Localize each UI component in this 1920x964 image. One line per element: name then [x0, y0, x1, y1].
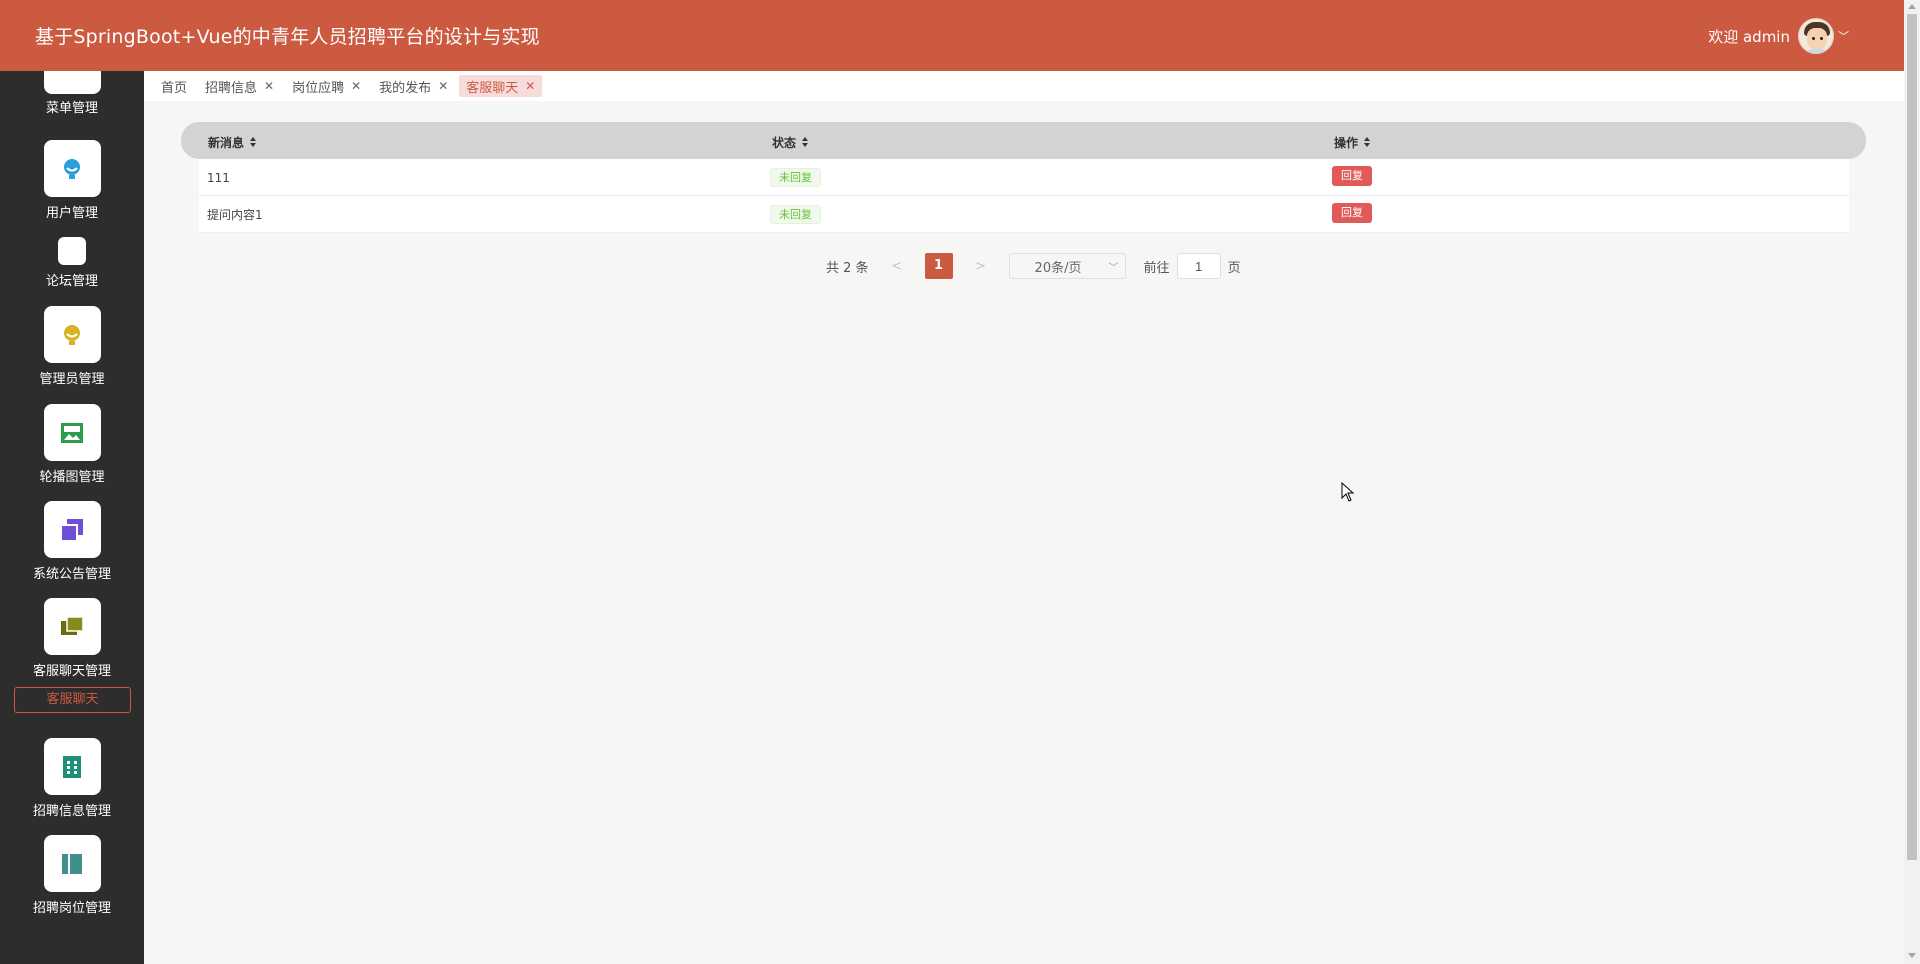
notice-icon: [43, 501, 101, 558]
sidebar-item-forum[interactable]: 论坛管理: [0, 237, 144, 289]
sort-icon[interactable]: [802, 137, 809, 148]
pagination: 共 2 条 < 1 > 20条/页 ﹀ 前往 页: [826, 252, 1241, 280]
chat-icon: [43, 598, 101, 655]
tab-my-posts[interactable]: 我的发布 ✕: [372, 75, 455, 97]
avatar[interactable]: [1798, 18, 1834, 54]
position-icon: [43, 835, 101, 892]
sidebar-item-carousel[interactable]: 轮播图管理: [0, 404, 144, 485]
sidebar-item-label: 招聘信息管理: [32, 804, 111, 819]
column-header-message[interactable]: 新消息: [208, 134, 257, 151]
user-menu[interactable]: 欢迎 admin ﹀: [1708, 18, 1849, 54]
top-header: 基于SpringBoot+Vue的中青年人员招聘平台的设计与实现 欢迎 admi…: [0, 0, 1904, 71]
sidebar-item-menu[interactable]: 菜单管理: [0, 71, 144, 116]
reply-button[interactable]: 回复: [1332, 165, 1372, 186]
column-header-status[interactable]: 状态: [772, 134, 809, 151]
scrollbar-thumb[interactable]: [1907, 14, 1917, 860]
recruit-icon: [43, 738, 101, 795]
sidebar-item-users[interactable]: 用户管理: [0, 140, 144, 221]
sort-icon[interactable]: [250, 137, 257, 148]
close-icon[interactable]: ✕: [351, 79, 361, 93]
sidebar-item-label: 菜单管理: [45, 101, 98, 116]
sidebar-item-label: 客服聊天管理: [32, 664, 111, 679]
scroll-up-icon[interactable]: [1908, 4, 1916, 9]
tab-chat[interactable]: 客服聊天 ✕: [459, 75, 543, 97]
sidebar-item-label: 招聘岗位管理: [32, 901, 111, 916]
tab-label: 我的发布: [379, 80, 432, 96]
message-cell: 111: [207, 170, 230, 185]
welcome-text: 欢迎 admin: [1708, 27, 1790, 46]
sidebar-item-label: 系统公告管理: [32, 567, 111, 582]
tab-bar: 首页 招聘信息 ✕ 岗位应聘 ✕ 我的发布 ✕ 客服聊天 ✕: [144, 71, 1904, 101]
status-badge: 未回复: [770, 205, 821, 224]
status-badge: 未回复: [770, 168, 821, 187]
scroll-down-icon[interactable]: [1908, 953, 1916, 958]
sidebar-subitem-chat[interactable]: 客服聊天: [14, 687, 131, 713]
sidebar-item-label: 用户管理: [45, 206, 98, 221]
table-row: 111 未回复 回复: [199, 159, 1849, 196]
sidebar-item-admins[interactable]: 管理员管理: [0, 306, 144, 387]
tab-label: 招聘信息: [205, 80, 258, 96]
goto-label: 前往: [1143, 260, 1170, 276]
sidebar: 菜单管理 用户管理 论坛管理 管理员管理 轮播图管理 系统公告管理 客服聊天管理…: [0, 71, 144, 964]
admin-icon: [43, 306, 101, 363]
page-suffix: 页: [1227, 260, 1241, 276]
message-cell: 提问内容1: [207, 208, 263, 222]
sidebar-item-notice[interactable]: 系统公告管理: [0, 501, 144, 582]
sort-icon[interactable]: [1364, 137, 1371, 148]
sidebar-item-label: 轮播图管理: [39, 470, 105, 485]
sidebar-item-chat-manage[interactable]: 客服聊天管理: [0, 598, 144, 679]
app-title: 基于SpringBoot+Vue的中青年人员招聘平台的设计与实现: [35, 26, 540, 48]
tab-home[interactable]: 首页: [154, 75, 194, 97]
column-header-action[interactable]: 操作: [1334, 134, 1371, 151]
chevron-down-icon[interactable]: ﹀: [1838, 28, 1849, 44]
tab-recruit-info[interactable]: 招聘信息 ✕: [198, 75, 281, 97]
tab-apply[interactable]: 岗位应聘 ✕: [285, 75, 368, 97]
prev-page-button[interactable]: <: [887, 259, 907, 274]
sidebar-item-position[interactable]: 招聘岗位管理: [0, 835, 144, 916]
table-row: 提问内容1 未回复 回复: [199, 196, 1849, 233]
sidebar-item-recruit[interactable]: 招聘信息管理: [0, 738, 144, 819]
tab-label: 客服聊天: [466, 80, 519, 96]
close-icon[interactable]: ✕: [264, 79, 274, 93]
close-icon[interactable]: ✕: [525, 79, 535, 93]
table-body: 111 未回复 回复 提问内容1 未回复 回复: [199, 159, 1849, 233]
menu-icon: [43, 71, 101, 94]
carousel-icon: [43, 404, 101, 461]
total-count: 共 2 条: [826, 260, 869, 276]
table-header: 新消息 状态 操作: [181, 122, 1866, 159]
chevron-down-icon: ﹀: [1108, 263, 1119, 274]
chat-table: 新消息 状态 操作 111 未回复 回复 提问内容1 未回复 回复: [181, 122, 1866, 233]
next-page-button[interactable]: >: [971, 259, 991, 274]
reply-button[interactable]: 回复: [1332, 202, 1372, 223]
mouse-cursor-icon: [1341, 481, 1355, 506]
goto-page-input[interactable]: [1176, 253, 1221, 279]
tab-label: 首页: [161, 80, 188, 96]
forum-icon: [58, 237, 86, 265]
sidebar-item-label: 论坛管理: [45, 274, 98, 289]
page-1-button[interactable]: 1: [924, 253, 953, 279]
tab-label: 岗位应聘: [292, 80, 345, 96]
sidebar-item-label: 管理员管理: [39, 372, 105, 387]
user-icon: [43, 140, 101, 197]
close-icon[interactable]: ✕: [438, 79, 448, 93]
page-size-select[interactable]: 20条/页 ﹀: [1008, 253, 1126, 279]
page-scrollbar[interactable]: [1904, 0, 1920, 964]
